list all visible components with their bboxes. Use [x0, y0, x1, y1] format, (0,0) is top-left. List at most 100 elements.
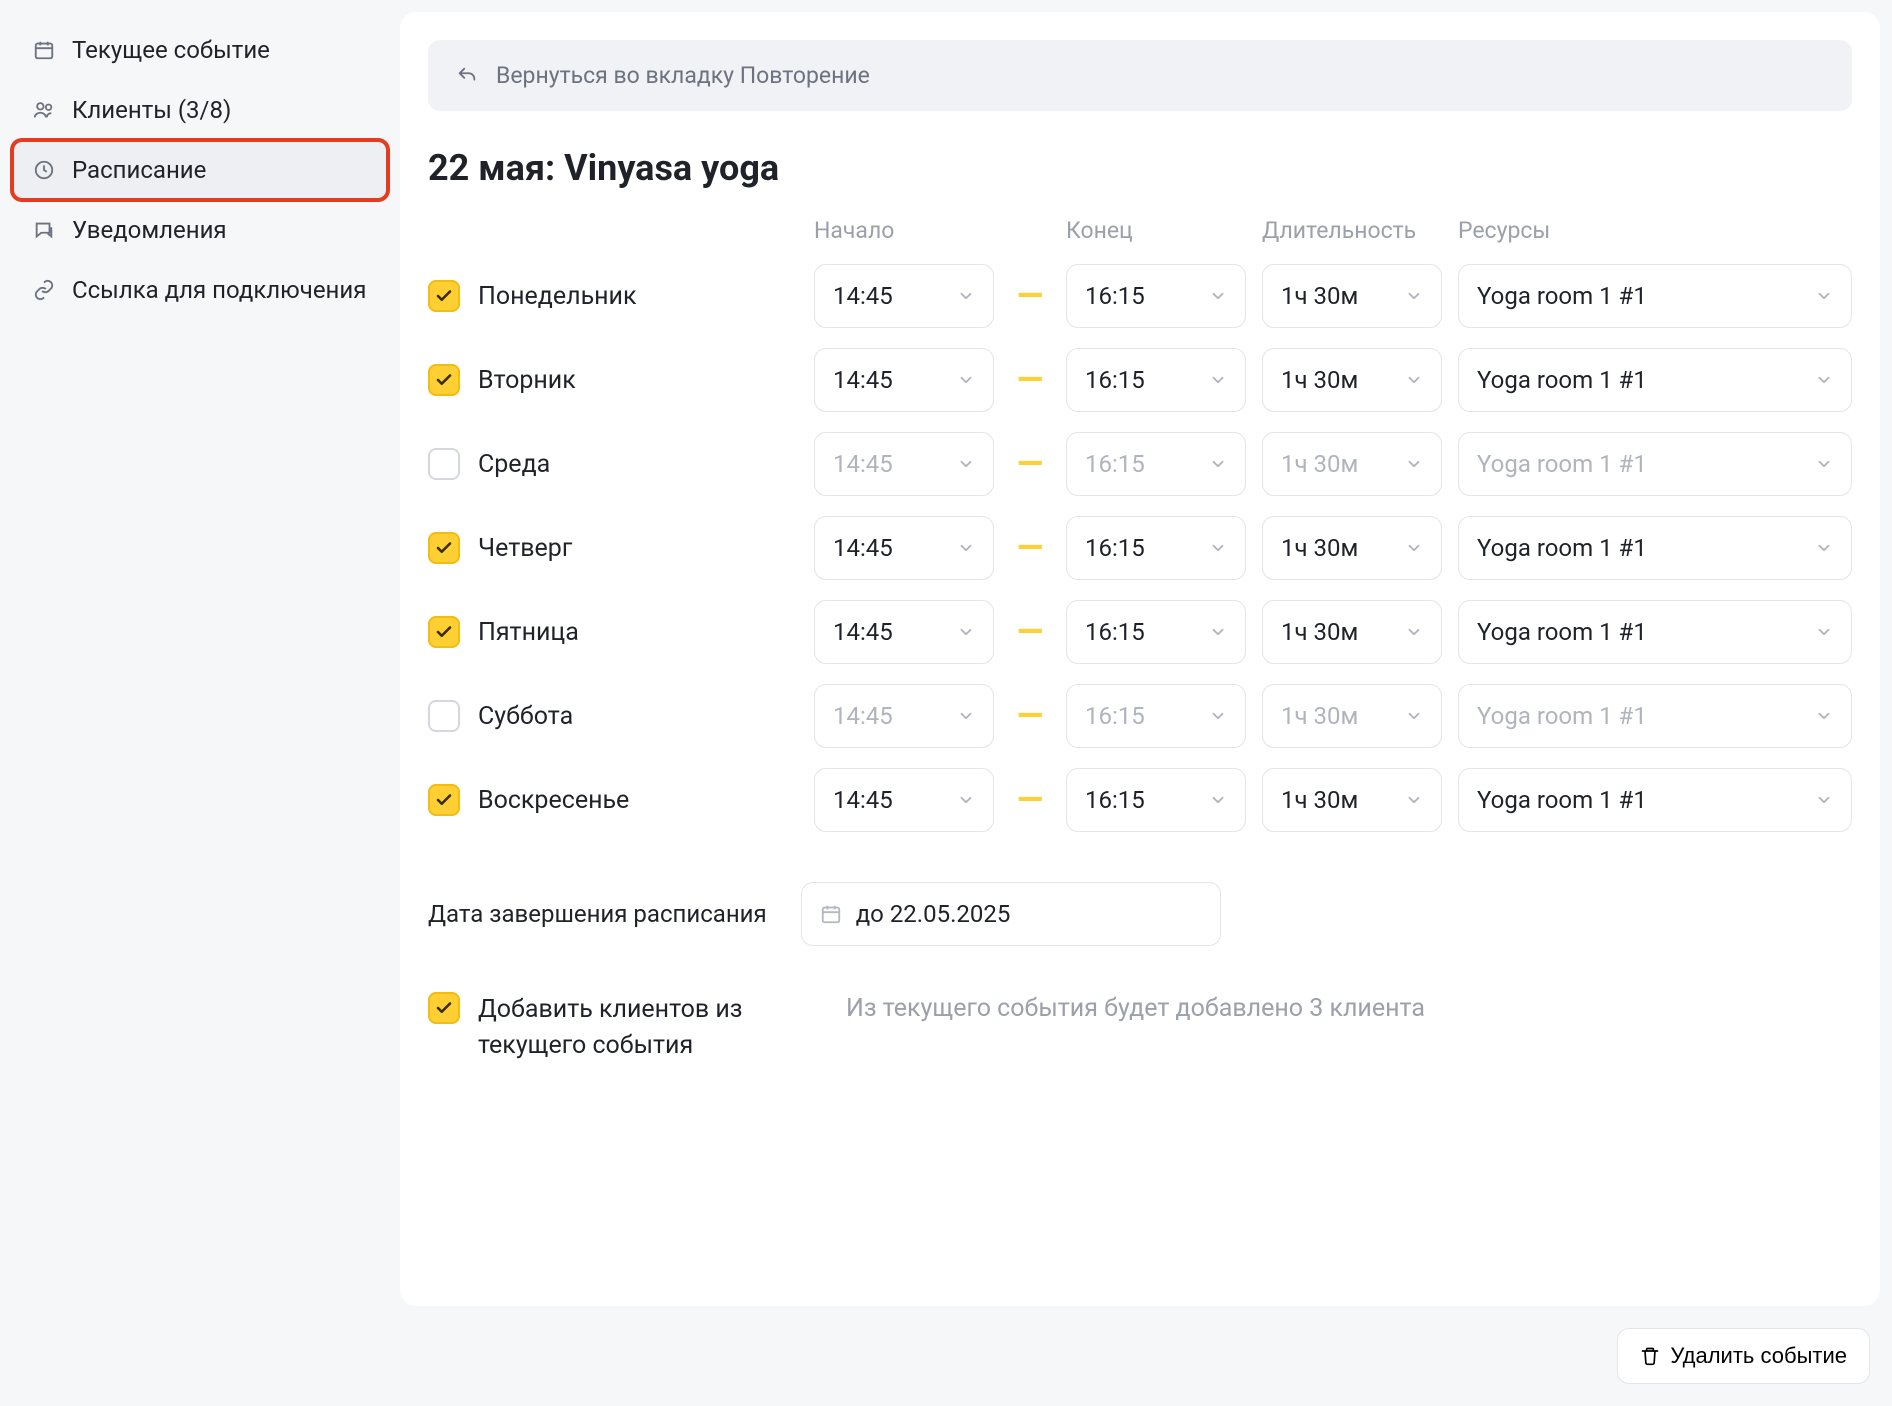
chevron-down-icon [1405, 455, 1423, 473]
chevron-down-icon [1815, 539, 1833, 557]
resource-select[interactable]: Yoga room 1 #1 [1458, 768, 1852, 832]
time-dash: — [1010, 360, 1050, 400]
chevron-down-icon [957, 791, 975, 809]
select-value: 16:15 [1085, 702, 1145, 730]
chevron-down-icon [1815, 623, 1833, 641]
select-value: 14:45 [833, 282, 893, 310]
end-time-select: 16:15 [1066, 432, 1246, 496]
day-checkbox[interactable] [428, 532, 460, 564]
chevron-down-icon [1815, 791, 1833, 809]
chevron-down-icon [1815, 707, 1833, 725]
day-checkbox[interactable] [428, 448, 460, 480]
day-checkbox[interactable] [428, 616, 460, 648]
duration-select: 1ч 30м [1262, 432, 1442, 496]
day-row: Среда [428, 432, 798, 496]
end-time-select[interactable]: 16:15 [1066, 600, 1246, 664]
sidebar-item-calendar[interactable]: Текущее событие [12, 20, 388, 80]
chevron-down-icon [1209, 539, 1227, 557]
start-time-select[interactable]: 14:45 [814, 768, 994, 832]
clock-icon [32, 158, 56, 182]
day-row: Понедельник [428, 264, 798, 328]
delete-event-button[interactable]: Удалить событие [1617, 1328, 1870, 1384]
end-time-select[interactable]: 16:15 [1066, 768, 1246, 832]
chevron-down-icon [1405, 707, 1423, 725]
day-checkbox[interactable] [428, 700, 460, 732]
duration-select[interactable]: 1ч 30м [1262, 264, 1442, 328]
sidebar-item-label: Ссылка для подключения [72, 276, 366, 304]
start-time-select[interactable]: 14:45 [814, 348, 994, 412]
sidebar-item-clock[interactable]: Расписание [12, 140, 388, 200]
end-time-select[interactable]: 16:15 [1066, 516, 1246, 580]
select-value: Yoga room 1 #1 [1477, 366, 1647, 394]
day-label: Четверг [478, 534, 572, 563]
resource-select[interactable]: Yoga room 1 #1 [1458, 264, 1852, 328]
select-value: 1ч 30м [1281, 366, 1358, 394]
sidebar-item-label: Уведомления [72, 216, 227, 244]
time-dash: — [1010, 696, 1050, 736]
add-clients-checkbox[interactable] [428, 992, 460, 1024]
duration-select[interactable]: 1ч 30м [1262, 516, 1442, 580]
chevron-down-icon [1209, 707, 1227, 725]
end-date-select[interactable]: до 22.05.2025 [801, 882, 1221, 946]
select-value: 14:45 [833, 702, 893, 730]
start-time-select: 14:45 [814, 432, 994, 496]
resource-select: Yoga room 1 #1 [1458, 684, 1852, 748]
back-bar[interactable]: Вернуться во вкладку Повторение [428, 40, 1852, 111]
chevron-down-icon [957, 455, 975, 473]
chevron-down-icon [1815, 455, 1833, 473]
sidebar-item-chat[interactable]: Уведомления [12, 200, 388, 260]
select-value: 1ч 30м [1281, 702, 1358, 730]
end-time-select[interactable]: 16:15 [1066, 264, 1246, 328]
chevron-down-icon [1815, 287, 1833, 305]
col-header-end: Конец [1066, 217, 1246, 254]
day-label: Понедельник [478, 282, 637, 311]
select-value: 1ч 30м [1281, 534, 1358, 562]
sidebar-item-label: Расписание [72, 156, 206, 184]
select-value: 16:15 [1085, 786, 1145, 814]
duration-select[interactable]: 1ч 30м [1262, 768, 1442, 832]
schedule-grid: Начало Конец Длительность Ресурсы Понеде… [428, 217, 1852, 842]
chevron-down-icon [957, 707, 975, 725]
link-icon [32, 278, 56, 302]
resource-select[interactable]: Yoga room 1 #1 [1458, 516, 1852, 580]
calendar-icon [32, 38, 56, 62]
start-time-select[interactable]: 14:45 [814, 600, 994, 664]
start-time-select[interactable]: 14:45 [814, 516, 994, 580]
day-checkbox[interactable] [428, 784, 460, 816]
duration-select[interactable]: 1ч 30м [1262, 600, 1442, 664]
calendar-icon [820, 903, 842, 925]
day-checkbox[interactable] [428, 280, 460, 312]
day-label: Среда [478, 450, 550, 479]
sidebar-item-users[interactable]: Клиенты (3/8) [12, 80, 388, 140]
chevron-down-icon [1405, 539, 1423, 557]
sidebar: Текущее событие Клиенты (3/8) Расписание Ув… [0, 0, 400, 1406]
sidebar-item-label: Текущее событие [72, 36, 270, 64]
day-row: Четверг [428, 516, 798, 580]
day-checkbox[interactable] [428, 364, 460, 396]
add-clients-desc: Из текущего события будет добавлено 3 кл… [846, 992, 1425, 1023]
resource-select[interactable]: Yoga room 1 #1 [1458, 600, 1852, 664]
select-value: 1ч 30м [1281, 786, 1358, 814]
duration-select[interactable]: 1ч 30м [1262, 348, 1442, 412]
select-value: 14:45 [833, 534, 893, 562]
select-value: Yoga room 1 #1 [1477, 702, 1647, 730]
start-time-select[interactable]: 14:45 [814, 264, 994, 328]
chevron-down-icon [957, 371, 975, 389]
chevron-down-icon [1405, 623, 1423, 641]
select-value: Yoga room 1 #1 [1477, 786, 1647, 814]
chat-icon [32, 218, 56, 242]
end-time-select[interactable]: 16:15 [1066, 348, 1246, 412]
select-value: 14:45 [833, 366, 893, 394]
chevron-down-icon [1815, 371, 1833, 389]
add-clients-row: Добавить клиентов из текущего события Из… [428, 992, 1852, 1065]
duration-select: 1ч 30м [1262, 684, 1442, 748]
time-dash: — [1010, 276, 1050, 316]
resource-select[interactable]: Yoga room 1 #1 [1458, 348, 1852, 412]
end-date-row: Дата завершения расписания до 22.05.2025 [428, 882, 1852, 946]
day-label: Воскресенье [478, 786, 629, 815]
page-wrap: Вернуться во вкладку Повторение 22 мая: … [400, 0, 1892, 1406]
time-dash: — [1010, 780, 1050, 820]
sidebar-item-link[interactable]: Ссылка для подключения [12, 260, 388, 320]
select-value: 14:45 [833, 618, 893, 646]
day-label: Пятница [478, 618, 579, 647]
